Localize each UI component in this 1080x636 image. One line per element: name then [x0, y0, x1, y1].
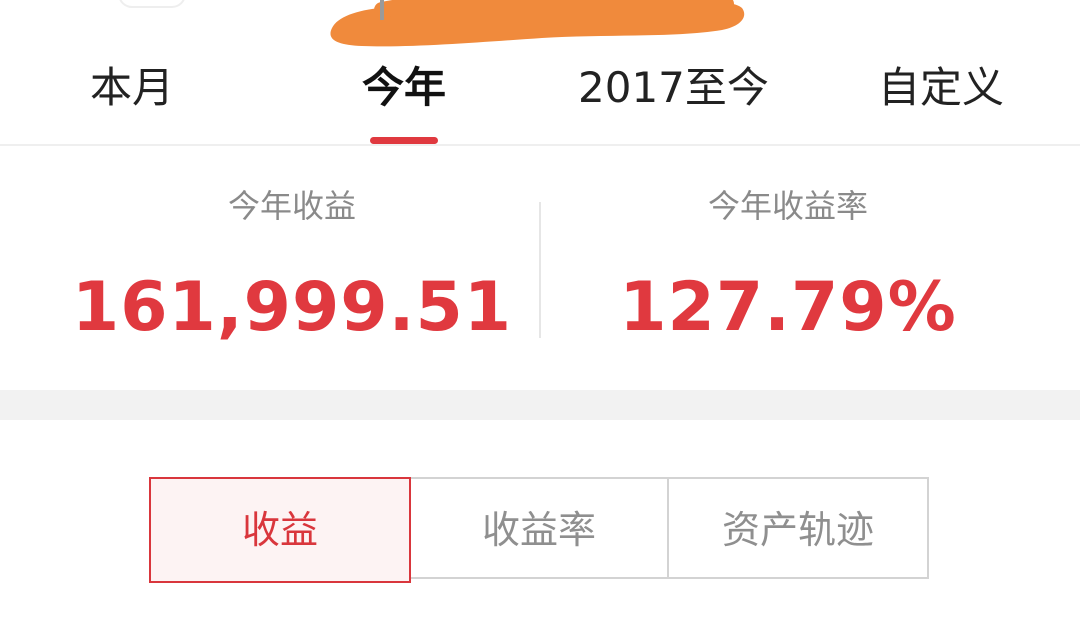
- segment-profit-rate[interactable]: 收益率: [409, 477, 669, 579]
- tab-this-month[interactable]: 本月: [90, 56, 174, 120]
- brand-logo-icon: [118, 0, 186, 8]
- rate-value: 127.79%: [619, 268, 957, 347]
- chart-section: 收益率 资产轨迹 收益: [0, 420, 1080, 636]
- segment-profit[interactable]: 收益: [149, 477, 411, 583]
- metric-segmented-control: 收益率 资产轨迹 收益: [149, 477, 931, 583]
- header: 本月 今年 2017至今 自定义: [0, 0, 1080, 146]
- segment-asset-trajectory[interactable]: 资产轨迹: [667, 477, 929, 579]
- section-separator: [0, 390, 1080, 420]
- profit-label: 今年收益: [227, 187, 356, 225]
- tab-since-2017[interactable]: 2017至今: [578, 56, 769, 120]
- earnings-summary: 今年收益 161,999.51 今年收益率 127.79%: [0, 146, 1080, 390]
- tab-this-year[interactable]: 今年: [362, 56, 446, 120]
- rate-label: 今年收益率: [707, 187, 868, 225]
- active-tab-indicator: [370, 137, 438, 144]
- redacted-title-mark: [330, 0, 745, 47]
- tab-custom[interactable]: 自定义: [878, 56, 1004, 120]
- period-tabs: 本月 今年 2017至今 自定义: [0, 52, 1080, 144]
- profit-value: 161,999.51: [71, 268, 513, 347]
